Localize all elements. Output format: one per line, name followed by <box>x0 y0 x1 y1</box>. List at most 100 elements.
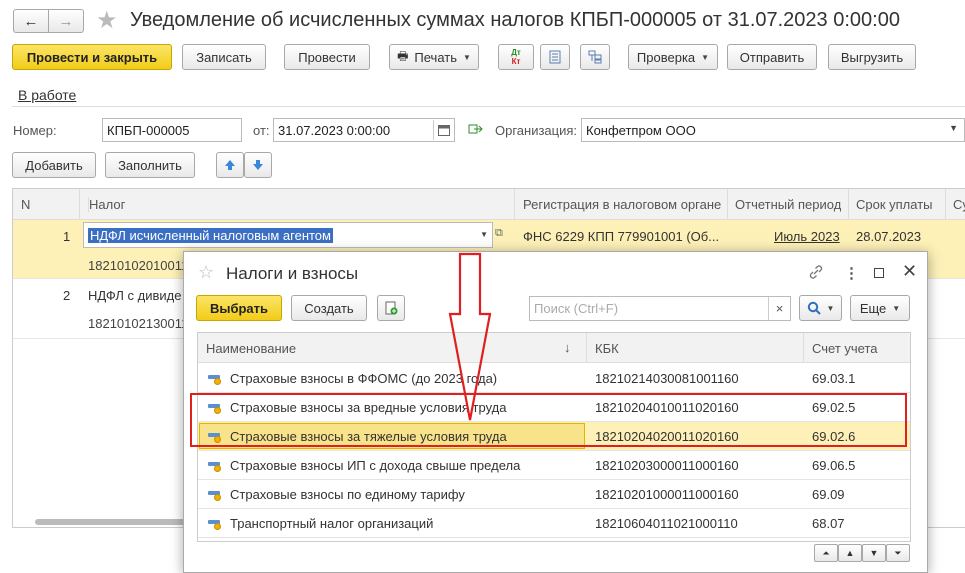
link-icon[interactable] <box>808 264 824 283</box>
search-button[interactable]: ▼ <box>799 295 842 321</box>
post-and-close-button[interactable]: Провести и закрыть <box>12 44 172 70</box>
tax-item-icon <box>208 460 222 472</box>
more-button[interactable]: Еще ▼ <box>850 295 910 321</box>
kbk-value: 18210102010011 <box>88 258 189 273</box>
list-item[interactable]: Страховые взносы ИП с дохода свыше преде… <box>198 451 910 480</box>
item-name: Транспортный налог организаций <box>230 516 434 531</box>
tax-cell-editor[interactable]: НДФЛ исчисленный налоговым агентом ▼ <box>83 222 493 248</box>
open-icon[interactable]: ⧉ <box>495 227 509 241</box>
number-field[interactable]: КПБП-000005 <box>102 118 242 142</box>
scroll-down-button[interactable]: ▼ <box>862 544 886 562</box>
scroll-bottom-button[interactable]: ⏷ <box>886 544 910 562</box>
arrow-up-icon <box>225 160 235 170</box>
item-kbk: 18210201000011000160 <box>595 487 739 502</box>
search-icon <box>807 301 821 315</box>
favorite-star-icon[interactable]: ★ <box>96 6 118 35</box>
horizontal-scrollbar[interactable] <box>35 519 205 525</box>
kt-label: Кт <box>511 57 521 66</box>
create-button[interactable]: Создать <box>291 295 367 321</box>
due-date-value: 28.07.2023 <box>856 229 922 244</box>
date-label: от: <box>253 123 270 138</box>
item-account: 68.07 <box>812 516 845 531</box>
kbk-value: 18210102130011 <box>88 316 189 331</box>
back-button[interactable]: ← <box>13 9 49 33</box>
sort-arrow-icon: ↓ <box>564 340 571 355</box>
search-input[interactable]: Поиск (Ctrl+F) × <box>529 296 791 321</box>
status-link[interactable]: В работе <box>18 87 76 103</box>
scroll-up-button[interactable]: ▲ <box>838 544 862 562</box>
popup-title: Налоги и взносы <box>226 264 359 283</box>
item-account: 69.06.5 <box>812 458 856 473</box>
close-icon[interactable]: ✕ <box>902 261 917 282</box>
organization-field[interactable]: Конфетпром ООО ▼ <box>581 118 965 142</box>
col-divider <box>79 189 80 220</box>
col-header-registration[interactable]: Регистрация в налоговом органе <box>523 197 721 212</box>
row-number: 2 <box>63 288 71 303</box>
item-account: 69.09 <box>812 487 845 502</box>
tax-item-icon <box>208 489 222 501</box>
save-button[interactable]: Записать <box>182 44 266 70</box>
item-name: Страховые взносы по единому тарифу <box>230 487 465 502</box>
tax-value: НДФЛ с дивиде <box>88 288 182 303</box>
dropdown-icon[interactable]: ▼ <box>949 123 958 133</box>
divider <box>12 106 965 107</box>
calendar-icon[interactable] <box>433 120 453 140</box>
document-list-icon[interactable] <box>540 44 570 70</box>
chevron-down-icon: ▼ <box>892 303 901 313</box>
check-button[interactable]: Проверка ▼ <box>628 44 718 70</box>
period-value[interactable]: Июль 2023 <box>774 229 840 244</box>
select-button[interactable]: Выбрать <box>196 295 282 321</box>
tax-item-icon <box>208 373 222 385</box>
col-header-account[interactable]: Счет учета <box>812 341 878 356</box>
col-header-sum[interactable]: Су <box>953 197 965 212</box>
fill-button[interactable]: Заполнить <box>105 152 195 178</box>
more-menu-icon[interactable]: ⋮ <box>844 264 859 282</box>
add-copy-icon <box>385 301 398 315</box>
printer-icon: 🖶 <box>397 48 409 63</box>
col-divider <box>848 189 849 220</box>
send-button[interactable]: Отправить <box>727 44 817 70</box>
move-up-button[interactable] <box>216 152 244 178</box>
org-label: Организация: <box>495 123 578 138</box>
copy-item-button[interactable] <box>377 295 405 321</box>
table-header: N Налог Регистрация в налоговом органе О… <box>13 189 965 220</box>
registration-value: ФНС 6229 КПП 779901001 (Об... <box>523 229 720 244</box>
annotation-arrow-icon <box>448 252 492 421</box>
print-button[interactable]: 🖶 Печать ▼ <box>389 44 479 70</box>
dropdown-icon[interactable]: ▼ <box>480 230 488 239</box>
dt-kt-button[interactable]: Дт Кт <box>498 44 534 70</box>
chevron-down-icon: ▼ <box>826 303 835 313</box>
maximize-icon[interactable] <box>874 268 884 278</box>
col-header-tax[interactable]: Налог <box>88 197 125 212</box>
col-header-kbk[interactable]: КБК <box>595 341 619 356</box>
col-divider <box>586 333 587 363</box>
scroll-top-button[interactable]: ⏶ <box>814 544 838 562</box>
clear-search-icon[interactable]: × <box>768 297 790 320</box>
move-down-button[interactable] <box>244 152 272 178</box>
list-item[interactable]: Транспортный налог организаций 182106040… <box>198 509 910 538</box>
annotation-highlight-box <box>190 393 907 447</box>
dt-label: Дт <box>511 48 521 57</box>
col-header-due[interactable]: Срок уплаты <box>856 197 933 212</box>
item-name: Страховые взносы ИП с дохода свыше преде… <box>230 458 521 473</box>
item-account: 69.03.1 <box>812 371 856 386</box>
col-header-n[interactable]: N <box>21 197 30 212</box>
col-divider <box>514 189 515 220</box>
list-item[interactable]: Страховые взносы по единому тарифу 18210… <box>198 480 910 509</box>
export-button[interactable]: Выгрузить <box>828 44 916 70</box>
date-field[interactable]: 31.07.2023 0:00:00 <box>273 118 455 142</box>
number-label: Номер: <box>13 123 57 138</box>
window-title: Уведомление об исчисленных суммах налого… <box>130 9 900 31</box>
col-header-name[interactable]: Наименование <box>206 341 296 356</box>
col-header-period[interactable]: Отчетный период <box>735 197 841 212</box>
add-row-button[interactable]: Добавить <box>12 152 96 178</box>
col-divider <box>945 189 946 220</box>
post-button[interactable]: Провести <box>284 44 370 70</box>
structure-icon[interactable] <box>580 44 610 70</box>
col-divider <box>803 333 804 363</box>
star-icon[interactable]: ☆ <box>198 262 214 283</box>
chevron-down-icon: ▼ <box>463 52 471 62</box>
list-item[interactable]: Страховые взносы в ФФОМС (до 2023 года) … <box>198 364 910 393</box>
col-divider <box>727 189 728 220</box>
forward-button[interactable]: → <box>48 9 84 33</box>
